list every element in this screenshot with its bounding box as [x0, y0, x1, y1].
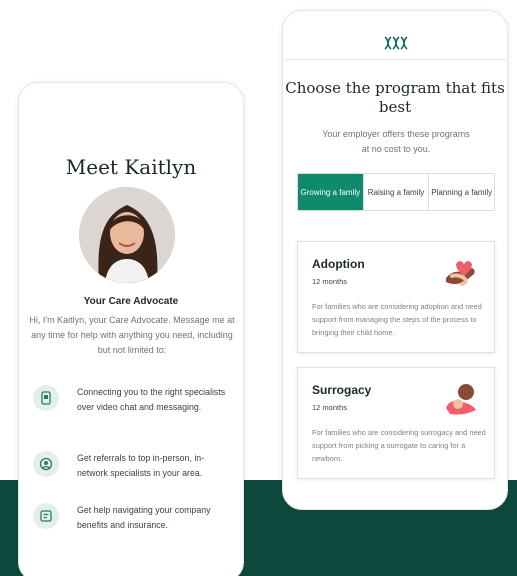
- hands-heart-icon: [442, 256, 480, 290]
- feature-item: Get referrals to top in-person, in-netwo…: [33, 451, 233, 481]
- program-duration: 12 months: [312, 277, 348, 286]
- program-card-adoption[interactable]: Adoption 12 months For families who are …: [297, 241, 495, 353]
- tab-raising-a-family[interactable]: Raising a family: [364, 174, 430, 210]
- feature-text: Get referrals to top in-person, in-netwo…: [77, 453, 205, 478]
- header-divider: [283, 59, 507, 60]
- program-description: For families who are considering adoptio…: [312, 302, 482, 337]
- feature-text: Connecting you to the right specialists …: [77, 387, 226, 412]
- tab-growing-a-family[interactable]: Growing a family: [298, 174, 364, 210]
- document-icon: [33, 503, 59, 529]
- advocate-title: Meet Kaitlyn: [65, 155, 197, 179]
- program-name: Adoption: [312, 257, 365, 271]
- brand-logo-icon: [383, 35, 409, 51]
- advocate-role: Your Care Advocate: [83, 296, 179, 307]
- advocate-intro: Hi, I'm Kaitlyn, your Care Advocate. Mes…: [29, 315, 235, 355]
- feature-item: Connecting you to the right specialists …: [33, 385, 233, 415]
- program-description: For families who are considering surroga…: [312, 428, 486, 463]
- program-card-surrogacy[interactable]: Surrogacy 12 months For families who are…: [297, 367, 495, 479]
- feature-text: Get help navigating your company benefit…: [77, 505, 211, 530]
- baby-hold-icon: [442, 382, 480, 416]
- program-duration: 12 months: [312, 403, 348, 412]
- program-chooser-card: Choose the program that fits best Your e…: [282, 10, 508, 510]
- feature-item: Get help navigating your company benefit…: [33, 503, 233, 533]
- page-title: Choose the program that fits best: [285, 79, 505, 116]
- program-tabs: Growing a family Raising a family Planni…: [297, 173, 495, 211]
- page-subtitle: Your employer offers these programs at n…: [322, 129, 470, 154]
- care-advocate-card: Meet Kaitlyn Your Care Advocate Hi, I'm …: [18, 82, 244, 576]
- phone-icon: [33, 385, 59, 411]
- program-name: Surrogacy: [312, 383, 372, 397]
- user-search-icon: [33, 451, 59, 477]
- avatar-portrait: [79, 187, 175, 283]
- avatar: [79, 187, 175, 283]
- tab-planning-a-family[interactable]: Planning a family: [429, 174, 494, 210]
